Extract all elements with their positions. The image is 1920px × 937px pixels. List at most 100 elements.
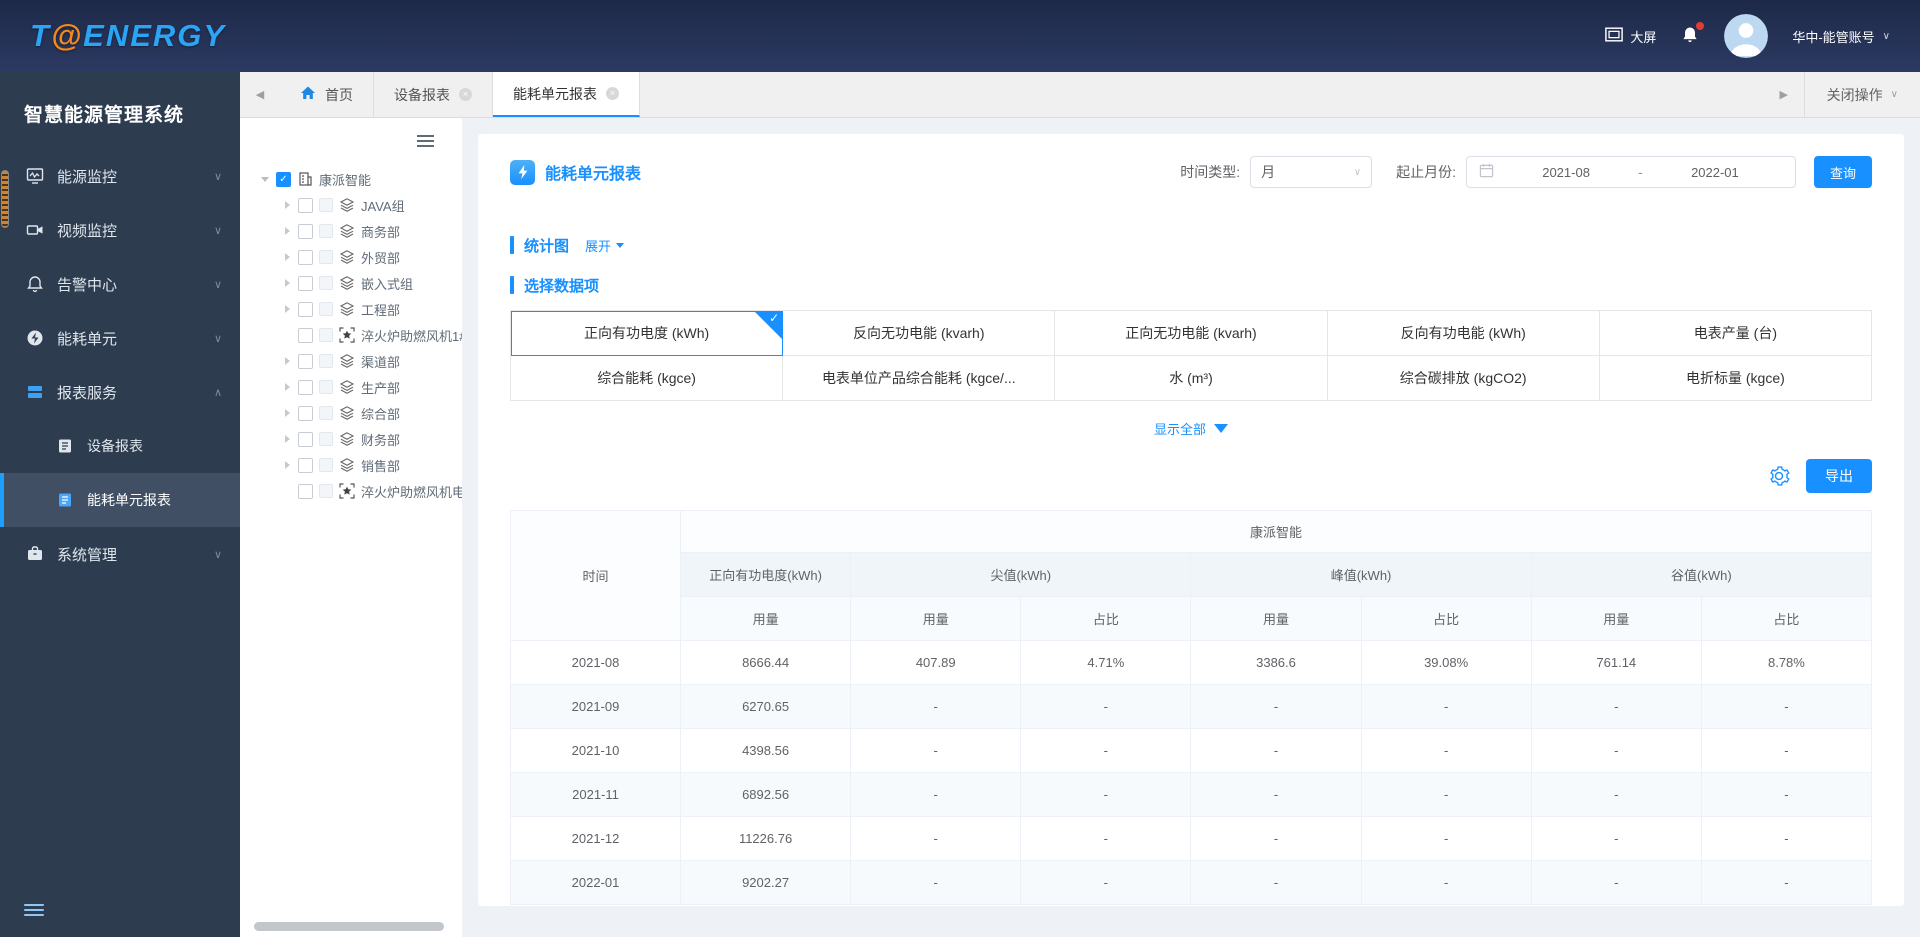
tree-item[interactable]: 财务部 bbox=[240, 426, 462, 452]
tree-root[interactable]: ✓ 康派智能 bbox=[240, 166, 462, 192]
tab-label: 首页 bbox=[325, 86, 353, 103]
caret-right-icon[interactable] bbox=[282, 227, 292, 235]
tab-energy-unit-report[interactable]: 能耗单元报表 × bbox=[493, 72, 640, 117]
tree-item[interactable]: 工程部 bbox=[240, 296, 462, 322]
tab-device-report[interactable]: 设备报表 × bbox=[374, 72, 493, 117]
date-range-input[interactable]: 2021-08 - 2022-01 bbox=[1466, 156, 1796, 188]
tab-home[interactable]: 首页 bbox=[280, 72, 374, 117]
tree-checkbox[interactable] bbox=[298, 301, 313, 317]
tree-item[interactable]: 综合部 bbox=[240, 400, 462, 426]
caret-right-icon[interactable] bbox=[282, 383, 292, 391]
tree-horizontal-scrollbar[interactable] bbox=[254, 922, 444, 931]
triangle-down-icon bbox=[616, 242, 625, 248]
big-screen-button[interactable]: 大屏 bbox=[1605, 27, 1656, 46]
col-sub: 用量 bbox=[1190, 596, 1362, 641]
tab-bar: ◀ 首页 设备报表 × 能耗单元报表 × ▶ 关闭操作 ∨ bbox=[240, 72, 1920, 118]
screen-icon bbox=[1605, 27, 1624, 45]
data-item-reverse-reactive-energy[interactable]: 反向无功电能 (kvarh) bbox=[783, 311, 1056, 356]
tree-checkbox[interactable] bbox=[298, 197, 313, 213]
close-icon[interactable]: × bbox=[459, 88, 472, 101]
export-button[interactable]: 导出 bbox=[1806, 459, 1872, 493]
cell-value: - bbox=[1700, 816, 1873, 861]
sidebar-item-system-manage[interactable]: 系统管理 ∨ bbox=[0, 527, 240, 581]
data-item-forward-reactive-energy[interactable]: 正向无功电能 (kvarh) bbox=[1055, 311, 1328, 356]
close-icon[interactable]: × bbox=[606, 87, 619, 100]
data-item-water[interactable]: 水 (m³) bbox=[1055, 356, 1328, 401]
data-item-label: 电表单位产品综合能耗 (kgce/... bbox=[821, 370, 1016, 386]
tree-checkbox-checked[interactable]: ✓ bbox=[276, 171, 291, 187]
gear-icon[interactable] bbox=[1768, 465, 1790, 487]
caret-right-icon[interactable] bbox=[282, 357, 292, 365]
data-item-label: 电折标量 (kgce) bbox=[1686, 370, 1785, 386]
data-item-reverse-active-energy[interactable]: 反向有功电能 (kWh) bbox=[1327, 311, 1600, 356]
tree-item[interactable]: 销售部 bbox=[240, 452, 462, 478]
tree-checkbox[interactable] bbox=[298, 457, 313, 473]
cell-value: - bbox=[1700, 728, 1873, 773]
data-item-forward-active-energy[interactable]: 正向有功电度 (kWh) ✓ bbox=[511, 311, 784, 356]
sidebar-collapse-button[interactable] bbox=[24, 901, 44, 919]
sidebar-item-energy-unit-report[interactable]: 能耗单元报表 bbox=[0, 473, 240, 527]
avatar[interactable] bbox=[1724, 14, 1769, 58]
caret-right-icon[interactable] bbox=[282, 279, 292, 287]
tree-label: 淬火炉助燃风机电 bbox=[361, 484, 462, 500]
layers-icon bbox=[339, 249, 355, 265]
cell-time: 2021-12 bbox=[510, 816, 681, 861]
caret-right-icon[interactable] bbox=[282, 409, 292, 417]
tree-item[interactable]: JAVA组 bbox=[240, 192, 462, 218]
tabs-scroll-left-button[interactable]: ◀ bbox=[240, 72, 280, 117]
cell-value: 4398.56 bbox=[679, 728, 852, 773]
tree-label: JAVA组 bbox=[361, 198, 405, 214]
sidebar-item-label: 设备报表 bbox=[87, 438, 143, 454]
tree-checkbox[interactable] bbox=[298, 249, 313, 265]
data-item-comprehensive-energy[interactable]: 综合能耗 (kgce) bbox=[511, 356, 784, 401]
show-all-toggle[interactable]: 显示全部 bbox=[510, 417, 1872, 439]
table-row: 2021-08 8666.44 407.89 4.71% 3386.6 39.0… bbox=[510, 640, 1873, 685]
tree-checkbox[interactable] bbox=[298, 483, 313, 499]
tree-collapse-button[interactable] bbox=[417, 132, 434, 150]
sidebar-item-device-report[interactable]: 设备报表 bbox=[0, 419, 240, 473]
sidebar-item-video-monitor[interactable]: 视频监控 ∨ bbox=[0, 203, 240, 257]
tree-checkbox[interactable] bbox=[298, 327, 313, 343]
cell-value: - bbox=[1530, 816, 1702, 861]
caret-right-icon[interactable] bbox=[282, 253, 292, 261]
caret-right-icon[interactable] bbox=[282, 201, 292, 209]
tree-item-meter[interactable]: 淬火炉助燃风机1# bbox=[240, 322, 462, 348]
tree-checkbox[interactable] bbox=[298, 353, 313, 369]
tabs-scroll-right-button[interactable]: ▶ bbox=[1764, 72, 1804, 117]
close-operations-dropdown[interactable]: 关闭操作 ∨ bbox=[1803, 72, 1920, 117]
tree-checkbox[interactable] bbox=[298, 275, 313, 291]
tree-item[interactable]: 商务部 bbox=[240, 218, 462, 244]
tree-checkbox[interactable] bbox=[298, 223, 313, 239]
query-button[interactable]: 查询 bbox=[1814, 156, 1872, 188]
caret-right-icon[interactable] bbox=[282, 461, 292, 469]
table-row: 2022-01 9202.27 - - - - - - bbox=[510, 860, 1873, 905]
tree-checkbox[interactable] bbox=[298, 379, 313, 395]
sidebar-item-energy-unit[interactable]: 能耗单元 ∨ bbox=[0, 311, 240, 365]
tree-checkbox[interactable] bbox=[298, 405, 313, 421]
caret-right-icon[interactable] bbox=[282, 435, 292, 443]
data-item-unit-product-energy[interactable]: 电表单位产品综合能耗 (kgce/... bbox=[783, 356, 1056, 401]
sidebar-item-alarm-center[interactable]: 告警中心 ∨ bbox=[0, 257, 240, 311]
notification-bell-button[interactable] bbox=[1680, 21, 1705, 48]
tree-checkbox[interactable] bbox=[298, 431, 313, 447]
data-item-carbon-emission[interactable]: 综合碳排放 (kgCO2) bbox=[1327, 356, 1600, 401]
sidebar-item-report-service[interactable]: 报表服务 ∧ bbox=[0, 365, 240, 419]
tree-item[interactable]: 外贸部 bbox=[240, 244, 462, 270]
account-menu[interactable]: 华中-能管账号 ∨ bbox=[1792, 27, 1890, 46]
dept-ghost-icon bbox=[319, 458, 333, 472]
chart-expand-toggle[interactable]: 展开 bbox=[585, 236, 625, 255]
tree-item[interactable]: 嵌入式组 bbox=[240, 270, 462, 296]
tree-item-meter[interactable]: 淬火炉助燃风机电 bbox=[240, 478, 462, 504]
alarm-bell-icon bbox=[26, 275, 44, 293]
cell-value: - bbox=[1190, 860, 1362, 905]
cell-value: - bbox=[850, 728, 1022, 773]
sidebar-drag-handle[interactable] bbox=[1, 170, 9, 228]
time-type-select[interactable]: 月 ∨ bbox=[1250, 156, 1373, 188]
data-item-electricity-coal-equivalent[interactable]: 电折标量 (kgce) bbox=[1599, 356, 1872, 401]
caret-right-icon[interactable] bbox=[282, 305, 292, 313]
tree-item[interactable]: 生产部 bbox=[240, 374, 462, 400]
sidebar-item-energy-monitor[interactable]: 能源监控 ∨ bbox=[0, 149, 240, 203]
caret-down-icon[interactable] bbox=[260, 176, 270, 182]
data-item-meter-output[interactable]: 电表产量 (台) bbox=[1599, 311, 1872, 356]
tree-item[interactable]: 渠道部 bbox=[240, 348, 462, 374]
